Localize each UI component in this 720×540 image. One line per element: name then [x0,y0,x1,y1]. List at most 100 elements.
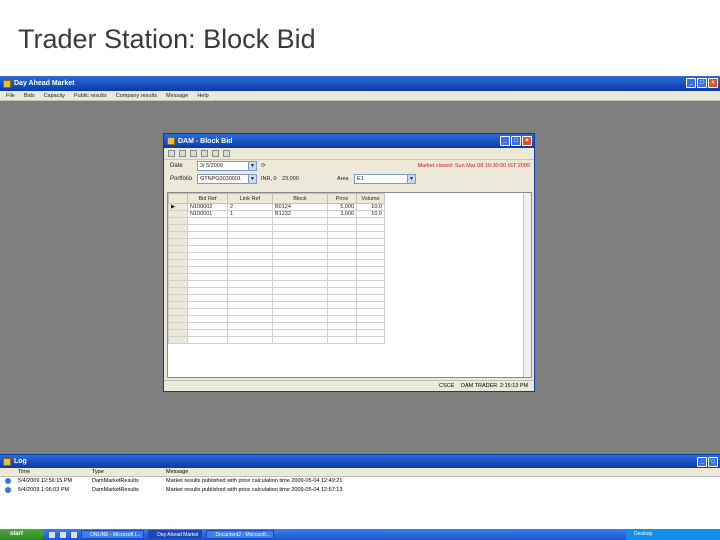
empty-cell[interactable] [227,280,273,288]
empty-cell[interactable] [227,259,273,267]
empty-row[interactable] [168,322,385,330]
empty-cell[interactable] [227,224,273,232]
empty-cell[interactable] [327,301,357,309]
add-icon[interactable] [190,150,197,157]
empty-cell[interactable] [272,266,328,274]
empty-cell[interactable] [327,315,357,323]
empty-row[interactable] [168,315,385,323]
empty-cell[interactable] [356,287,385,295]
empty-row[interactable] [168,217,385,225]
empty-row[interactable] [168,238,385,246]
empty-cell[interactable] [227,217,273,225]
empty-cell[interactable] [356,294,385,302]
empty-cell[interactable] [327,308,357,316]
minimize-button[interactable]: _ [686,78,696,88]
empty-cell[interactable] [327,336,357,344]
table-row[interactable]: N100001 1 B1232 3,000 10.0 [168,210,385,218]
empty-cell[interactable] [272,231,328,239]
empty-cell[interactable] [187,238,228,246]
copy-icon[interactable] [212,150,219,157]
empty-cell[interactable] [327,287,357,295]
empty-row[interactable] [168,252,385,260]
empty-cell[interactable] [356,322,385,330]
empty-cell[interactable] [327,280,357,288]
cell-block[interactable]: B0124 [272,203,328,211]
list-item[interactable]: 5/4/2009 1:06:03 PM DamMarketResults Mar… [0,486,720,495]
empty-cell[interactable] [187,301,228,309]
cell-link-ref[interactable]: 1 [227,210,273,218]
empty-cell[interactable] [227,245,273,253]
empty-cell[interactable] [272,336,328,344]
empty-cell[interactable] [187,259,228,267]
empty-cell[interactable] [272,280,328,288]
empty-cell[interactable] [227,322,273,330]
menu-message[interactable]: Message [166,93,188,99]
cell-price[interactable]: 3,000 [327,210,357,218]
empty-cell[interactable] [327,238,357,246]
block-bid-maximize-button[interactable]: □ [511,136,521,146]
empty-cell[interactable] [187,294,228,302]
empty-cell[interactable] [327,329,357,337]
empty-row[interactable] [168,301,385,309]
empty-cell[interactable] [272,329,328,337]
empty-cell[interactable] [227,238,273,246]
print-icon[interactable] [223,150,230,157]
empty-row[interactable] [168,280,385,288]
empty-cell[interactable] [187,231,228,239]
empty-cell[interactable] [187,245,228,253]
menu-file[interactable]: File [6,93,15,99]
empty-cell[interactable] [187,224,228,232]
refresh-icon[interactable]: ⟳ [261,163,266,169]
log-minimize-button[interactable]: _ [697,457,707,467]
empty-row[interactable] [168,294,385,302]
block-bid-close-button[interactable]: × [522,136,532,146]
empty-cell[interactable] [327,245,357,253]
delete-icon[interactable] [201,150,208,157]
quicklaunch-desktop-icon[interactable] [71,531,77,538]
empty-cell[interactable] [227,315,273,323]
col-volume[interactable]: Volume [356,193,385,204]
empty-cell[interactable] [187,217,228,225]
empty-row[interactable] [168,308,385,316]
empty-cell[interactable] [356,224,385,232]
task-day-ahead-market[interactable]: Day Ahead Market [148,530,203,539]
menu-bids[interactable]: Bids [24,93,35,99]
empty-row[interactable] [168,287,385,295]
area-select[interactable]: E1 ▼ [354,174,416,184]
menu-public-results[interactable]: Public results [74,93,107,99]
empty-cell[interactable] [272,322,328,330]
empty-cell[interactable] [227,287,273,295]
empty-cell[interactable] [327,224,357,232]
quicklaunch-ie-icon[interactable] [49,531,55,538]
empty-cell[interactable] [272,301,328,309]
empty-cell[interactable] [327,322,357,330]
empty-row[interactable] [168,245,385,253]
empty-cell[interactable] [356,315,385,323]
empty-cell[interactable] [187,280,228,288]
tray-desktop-label[interactable]: Desktop [634,531,652,537]
empty-cell[interactable] [327,217,357,225]
menu-help[interactable]: Help [197,93,208,99]
empty-cell[interactable] [356,252,385,260]
empty-cell[interactable] [227,329,273,337]
maximize-button[interactable]: □ [697,78,707,88]
task-document2-word[interactable]: Document2 - Microsoft... [206,530,274,539]
empty-cell[interactable] [327,259,357,267]
empty-cell[interactable] [272,308,328,316]
empty-row[interactable] [168,259,385,267]
portfolio-select[interactable]: GTNPG0030001 ▼ [197,174,257,184]
empty-cell[interactable] [356,329,385,337]
chevron-down-icon[interactable]: ▼ [248,162,256,170]
empty-cell[interactable] [356,238,385,246]
menu-company-results[interactable]: Company results [116,93,157,99]
log-maximize-button[interactable]: □ [708,457,718,467]
empty-row[interactable] [168,273,385,281]
empty-cell[interactable] [356,336,385,344]
date-select[interactable]: 3/ 5/2009 ▼ [197,161,257,171]
empty-cell[interactable] [227,266,273,274]
empty-cell[interactable] [356,273,385,281]
quicklaunch-outlook-icon[interactable] [60,531,66,538]
empty-cell[interactable] [227,252,273,260]
log-col-message[interactable]: Message [166,469,188,475]
empty-cell[interactable] [227,294,273,302]
